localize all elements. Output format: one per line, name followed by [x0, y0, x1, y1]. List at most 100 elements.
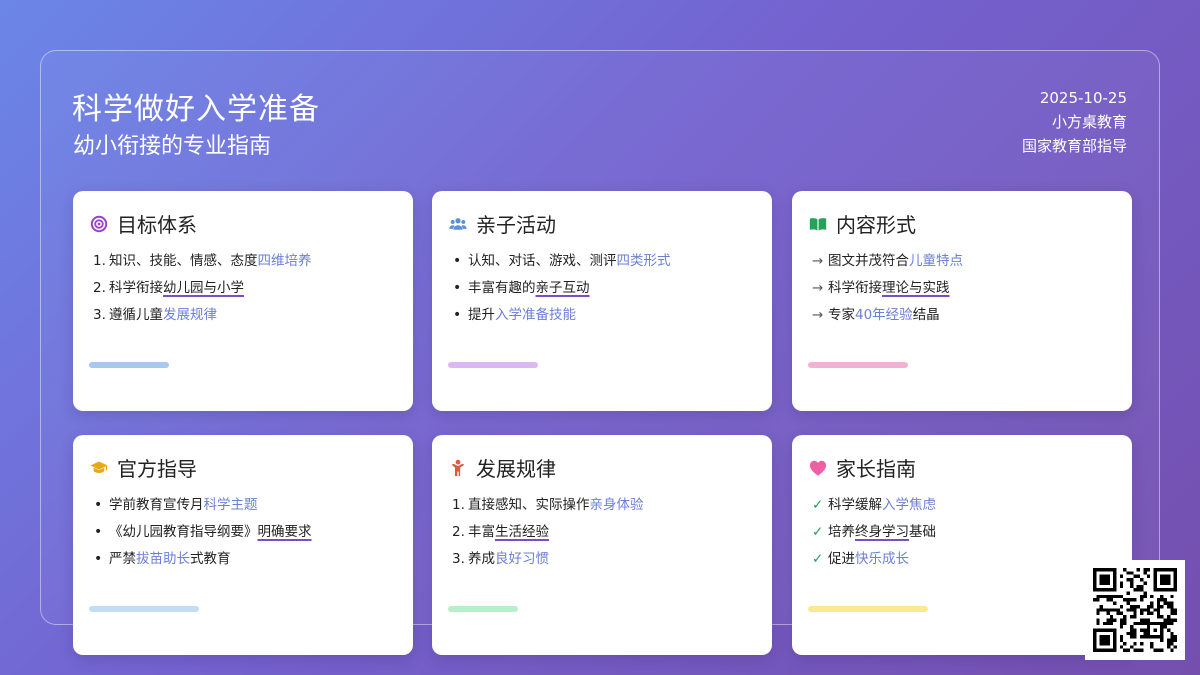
list-item: → 图文并茂符合 儿童特点: [812, 248, 963, 275]
card-accent-bar: [808, 362, 908, 368]
list-marker: 1.: [93, 253, 106, 269]
item-highlight-text: 入学准备技能: [495, 307, 576, 323]
item-highlight-text: 快乐成长: [855, 551, 909, 567]
card-title: 官方指导: [117, 457, 197, 481]
check-icon: ✓: [812, 497, 824, 513]
card-users: 亲子活动 • 认知、对话、游戏、测评 四类形式 • 丰富有趣的 亲子互动 • 提升 入学准备技能: [432, 191, 772, 411]
list-item: ✓ 培养 终身学习 基础: [812, 519, 936, 546]
list-item: • 认知、对话、游戏、测评 四类形式: [452, 248, 671, 275]
card-header: 家长指南: [808, 453, 916, 482]
item-underlined-text: 理论与实践: [882, 280, 950, 296]
arrow-right-icon: →: [812, 253, 824, 269]
item-highlight-text: 入学焦虑: [882, 497, 936, 513]
card-accent-bar: [89, 606, 199, 612]
list-item: → 科学衔接 理论与实践: [812, 275, 963, 302]
card-title: 内容形式: [836, 213, 916, 237]
heart-icon: [808, 458, 828, 478]
card-target: 目标体系 1. 知识、技能、情感、态度 四维培养 2. 科学衔接 幼儿园与小学 3. 遵循儿童发…: [73, 191, 413, 411]
item-text: 科学衔接: [109, 280, 163, 296]
item-highlight-text: 科学主题: [203, 497, 258, 513]
item-text: 丰富: [468, 524, 495, 540]
item-tail-text: 基础: [909, 524, 936, 540]
arrow-right-icon: →: [812, 280, 824, 296]
item-highlight-text: 四类形式: [616, 253, 671, 269]
card-item-list: → 图文并茂符合 儿童特点 → 科学衔接 理论与实践 → 专家 40年经验 结晶: [812, 248, 963, 329]
list-marker: •: [94, 551, 103, 567]
child-icon: [448, 458, 468, 478]
list-item: ✓ 科学缓解 入学焦虑: [812, 492, 936, 519]
card-accent-bar: [448, 362, 538, 368]
card-item-list: • 认知、对话、游戏、测评 四类形式 • 丰富有趣的 亲子互动 • 提升 入学准备技能: [452, 248, 671, 329]
item-text: 图文并茂符合: [828, 253, 909, 269]
list-marker: •: [94, 524, 103, 540]
item-underlined-text: 明确要求: [257, 524, 312, 540]
item-text: 专家: [828, 307, 855, 323]
card-title: 亲子活动: [476, 213, 556, 237]
item-underlined-text: 生活经验: [495, 524, 549, 540]
card-heart: 家长指南 ✓ 科学缓解 入学焦虑 ✓ 培养 终身学习 基础 ✓ 促进 快乐成长: [792, 435, 1132, 655]
list-item: ✓ 促进 快乐成长: [812, 546, 936, 573]
list-item: • 丰富有趣的 亲子互动: [452, 275, 671, 302]
list-item: 3. 养成 良好习惯: [452, 546, 644, 573]
graduation-cap-icon: [89, 458, 109, 478]
card-header: 发展规律: [448, 453, 556, 482]
item-highlight-text: 40年经验: [855, 307, 913, 323]
page-subtitle: 幼小衔接的专业指南: [73, 134, 272, 159]
item-underlined-text: 终身学习: [855, 524, 909, 540]
card-item-list: 1. 直接感知、实际操作 亲身体验 2. 丰富 生活经验 3. 养成 良好习惯: [452, 492, 644, 573]
item-tail-text: 式教育: [190, 551, 231, 567]
item-tail-text: 结晶: [912, 307, 940, 323]
card-title: 发展规律: [476, 457, 556, 481]
card-book-open: 内容形式 → 图文并茂符合 儿童特点 → 科学衔接 理论与实践 → 专家 40年经验 结晶: [792, 191, 1132, 411]
list-item: → 专家 40年经验 结晶: [812, 302, 963, 329]
item-highlight-text: 亲身体验: [589, 497, 644, 513]
date-label: 2025-10-25: [1039, 89, 1127, 107]
book-open-icon: [808, 214, 828, 234]
item-highlight-text: 儿童特点: [909, 253, 963, 269]
list-marker: 3.: [93, 307, 106, 323]
list-marker: 2.: [93, 280, 106, 296]
card-item-list: ✓ 科学缓解 入学焦虑 ✓ 培养 终身学习 基础 ✓ 促进 快乐成长: [812, 492, 936, 573]
list-marker: •: [453, 280, 462, 296]
list-item: 3. 遵循儿童 发展规律: [93, 302, 312, 329]
card-header: 官方指导: [89, 453, 197, 482]
card-accent-bar: [89, 362, 169, 368]
item-text: 遵循儿童: [109, 307, 163, 323]
card-header: 内容形式: [808, 209, 916, 238]
list-item: • 严禁 拔苗助长 式教育: [93, 546, 312, 573]
list-marker: •: [453, 307, 462, 323]
item-text: 养成: [468, 551, 495, 567]
list-marker: •: [453, 253, 462, 269]
target-icon: [89, 214, 109, 234]
brand-label: 小方桌教育: [1051, 113, 1127, 131]
card-title: 家长指南: [836, 457, 916, 481]
item-text: 科学缓解: [828, 497, 882, 513]
list-item: • 提升 入学准备技能: [452, 302, 671, 329]
list-marker: 1.: [452, 497, 465, 513]
card-item-list: 1. 知识、技能、情感、态度 四维培养 2. 科学衔接 幼儿园与小学 3. 遵循儿童 发展规律: [93, 248, 312, 329]
arrow-right-icon: →: [812, 307, 824, 323]
card-child: 发展规律 1. 直接感知、实际操作 亲身体验 2. 丰富 生活经验 3. 养成 良好习惯: [432, 435, 772, 655]
qr-code[interactable]: [1085, 560, 1185, 660]
list-item: • 《幼儿园教育指导纲要》 明确要求: [93, 519, 312, 546]
item-text: 《幼儿园教育指导纲要》: [109, 524, 258, 540]
list-item: 1. 直接感知、实际操作 亲身体验: [452, 492, 644, 519]
item-highlight-text: 四维培养: [257, 253, 312, 269]
list-marker: 3.: [452, 551, 465, 567]
card-header: 亲子活动: [448, 209, 556, 238]
header-meta: 2025-10-25 小方桌教育 国家教育部指导: [1022, 86, 1127, 158]
item-text: 直接感知、实际操作: [468, 497, 590, 513]
item-text: 培养: [828, 524, 855, 540]
list-item: 1. 知识、技能、情感、态度 四维培养: [93, 248, 312, 275]
item-highlight-text: 拔苗助长: [136, 551, 190, 567]
item-text: 促进: [828, 551, 855, 567]
item-text: 认知、对话、游戏、测评: [468, 253, 617, 269]
users-icon: [448, 214, 468, 234]
card-item-list: • 学前教育宣传月 科学主题 • 《幼儿园教育指导纲要》 明确要求 • 严禁 拔苗助长 式教育: [93, 492, 312, 573]
list-marker: •: [94, 497, 103, 513]
card-accent-bar: [808, 606, 928, 612]
card-accent-bar: [448, 606, 518, 612]
item-text: 科学衔接: [828, 280, 882, 296]
list-item: 2. 科学衔接 幼儿园与小学: [93, 275, 312, 302]
item-text: 提升: [468, 307, 495, 323]
